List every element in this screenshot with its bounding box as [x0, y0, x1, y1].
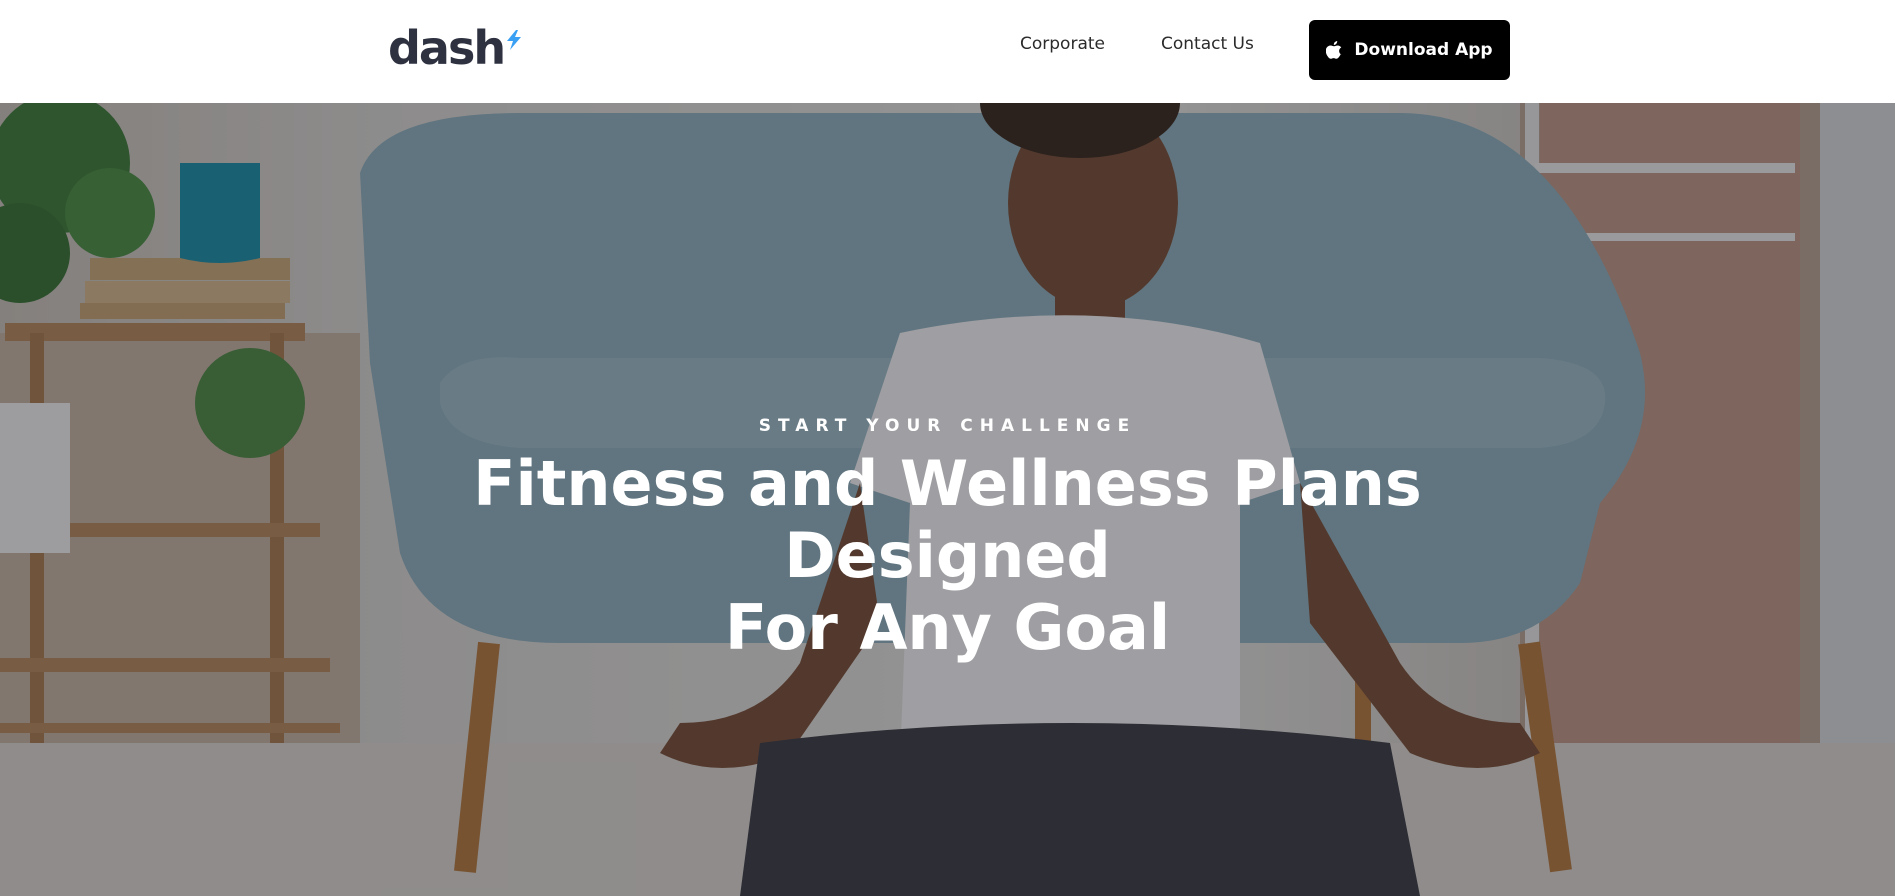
- bolt-icon: [507, 30, 522, 50]
- download-app-label: Download App: [1354, 40, 1493, 60]
- hero-title: Fitness and Wellness Plans Designed For …: [300, 448, 1595, 664]
- apple-icon: [1326, 41, 1343, 59]
- hero-section: START YOUR CHALLENGE Fitness and Wellnes…: [0, 103, 1895, 896]
- nav-link-contact-us[interactable]: Contact Us: [1161, 32, 1254, 56]
- nav-link-corporate[interactable]: Corporate: [1020, 32, 1105, 56]
- site-header: dash Corporate Contact Us Download App: [0, 0, 1895, 103]
- hero-title-line-2: For Any Goal: [724, 591, 1171, 664]
- hero-title-line-1: Fitness and Wellness Plans Designed: [473, 447, 1422, 592]
- download-app-button[interactable]: Download App: [1309, 20, 1510, 80]
- logo[interactable]: dash: [388, 22, 523, 74]
- hero-eyebrow: START YOUR CHALLENGE: [758, 416, 1137, 436]
- logo-text: dash: [388, 21, 506, 75]
